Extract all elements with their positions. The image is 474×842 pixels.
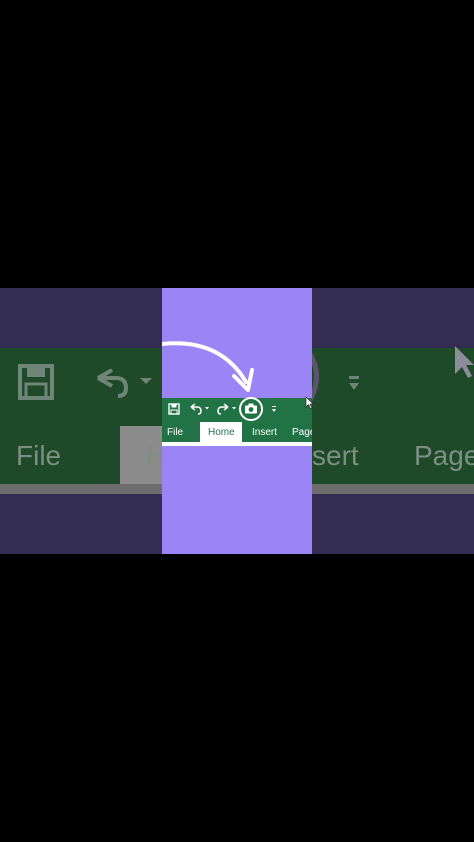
customize-icon[interactable] (270, 405, 278, 413)
bg-customize-icon (349, 376, 359, 390)
tab-insert[interactable]: Insert (252, 427, 277, 438)
save-icon[interactable] (168, 403, 180, 415)
sheet-edge (162, 442, 312, 446)
camera-icon[interactable] (238, 396, 264, 422)
bg-tab-file: File (16, 440, 62, 471)
arrow-annotation (162, 341, 254, 392)
bg-save-icon (18, 364, 54, 400)
bg-tab-insert-fragment: sert (312, 440, 359, 471)
tab-home[interactable]: Home (208, 427, 235, 438)
bg-tab-page: Page (414, 440, 474, 471)
undo-icon[interactable] (189, 403, 211, 415)
bg-undo-icon (97, 368, 152, 398)
redo-icon[interactable] (216, 403, 238, 415)
tab-page[interactable]: Page (292, 427, 312, 438)
tab-file[interactable]: File (167, 427, 183, 438)
cursor-icon (305, 396, 312, 409)
bg-cursor-icon (455, 346, 474, 378)
video-frame: File Home Insert Page (162, 288, 312, 554)
